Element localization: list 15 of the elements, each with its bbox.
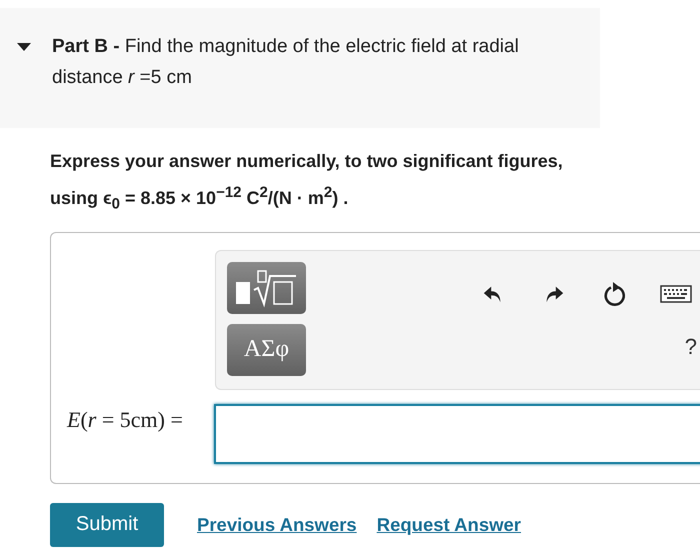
reset-icon <box>602 280 628 307</box>
answer-link[interactable]: Previous Answers <box>197 514 357 536</box>
caret-down-icon <box>16 41 32 53</box>
submit-button[interactable]: Submit <box>50 502 164 547</box>
keyboard-icon <box>660 284 692 303</box>
instructions: Express your answer numerically, to two significant figures, using ϵ$_{0}$ = 8.85 × 10$^{−12}$ C$^{2}$/(N · m$^{2}$) . <box>50 150 564 215</box>
help-button[interactable]: ? <box>684 334 697 360</box>
template-button[interactable] <box>227 262 306 314</box>
answer-field[interactable] <box>214 404 700 464</box>
part-title: Part B - Find the magnitude of the electric field at radial distance r =5 cm <box>52 35 520 90</box>
answer-label: E(r = 5cm) = <box>67 406 184 434</box>
greek-button[interactable]: ΑΣφ <box>227 324 306 376</box>
answer-link[interactable]: Request Answer <box>376 514 521 536</box>
collapse-toggle[interactable] <box>16 41 32 53</box>
keyboard-button[interactable] <box>659 284 693 303</box>
